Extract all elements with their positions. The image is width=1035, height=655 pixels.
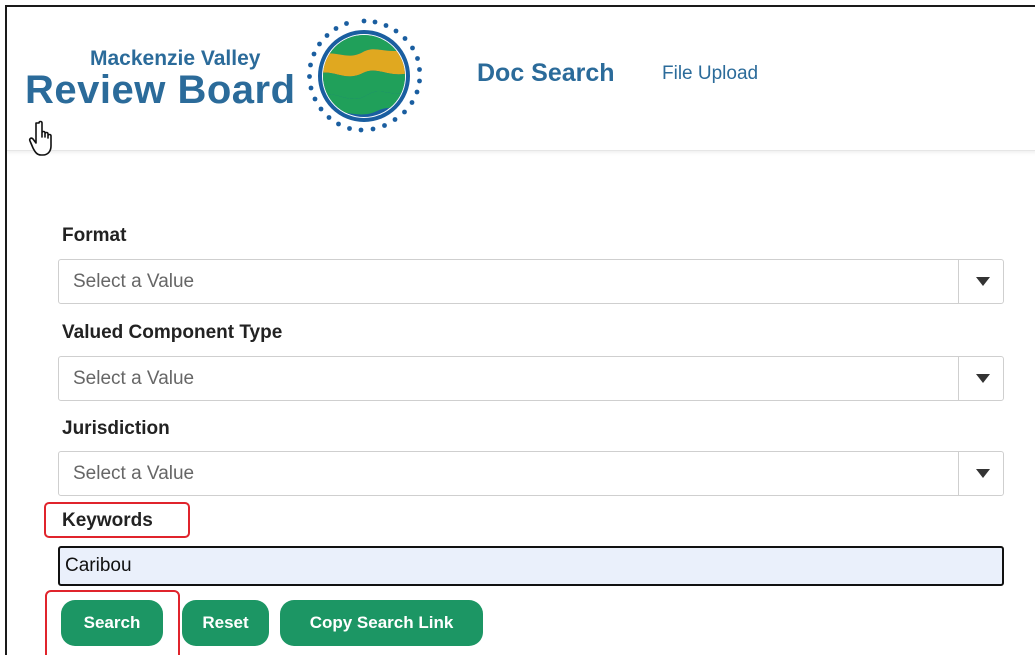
logo-text-main: Review Board xyxy=(25,68,296,112)
chevron-down-icon[interactable] xyxy=(976,374,990,383)
keywords-label: Keywords xyxy=(62,510,153,531)
nav-file-upload[interactable]: File Upload xyxy=(662,63,758,85)
keywords-input[interactable] xyxy=(58,546,1004,586)
reset-button[interactable]: Reset xyxy=(182,600,269,646)
page-frame: Mackenzie Valley Review Board Doc Search… xyxy=(5,5,1035,655)
logo-emblem-icon xyxy=(307,18,422,133)
chevron-down-icon[interactable] xyxy=(976,469,990,478)
jurisdiction-select[interactable]: Select a Value xyxy=(58,451,1004,496)
hand-pointer-cursor-icon xyxy=(28,120,52,156)
valued-component-type-select-value: Select a Value xyxy=(73,368,195,389)
select-divider xyxy=(958,357,959,400)
select-divider xyxy=(958,452,959,495)
format-select[interactable]: Select a Value xyxy=(58,259,1004,304)
format-select-value: Select a Value xyxy=(73,271,195,292)
select-divider xyxy=(958,260,959,303)
nav-doc-search[interactable]: Doc Search xyxy=(477,59,615,88)
site-header: Mackenzie Valley Review Board Doc Search… xyxy=(7,7,1035,156)
valued-component-type-select[interactable]: Select a Value xyxy=(58,356,1004,401)
chevron-down-icon[interactable] xyxy=(976,277,990,286)
jurisdiction-select-value: Select a Value xyxy=(73,463,195,484)
search-button[interactable]: Search xyxy=(61,600,163,646)
copy-search-link-button[interactable]: Copy Search Link xyxy=(280,600,483,646)
jurisdiction-label: Jurisdiction xyxy=(62,418,170,439)
valued-component-type-label: Valued Component Type xyxy=(62,322,283,343)
format-label: Format xyxy=(62,225,127,246)
